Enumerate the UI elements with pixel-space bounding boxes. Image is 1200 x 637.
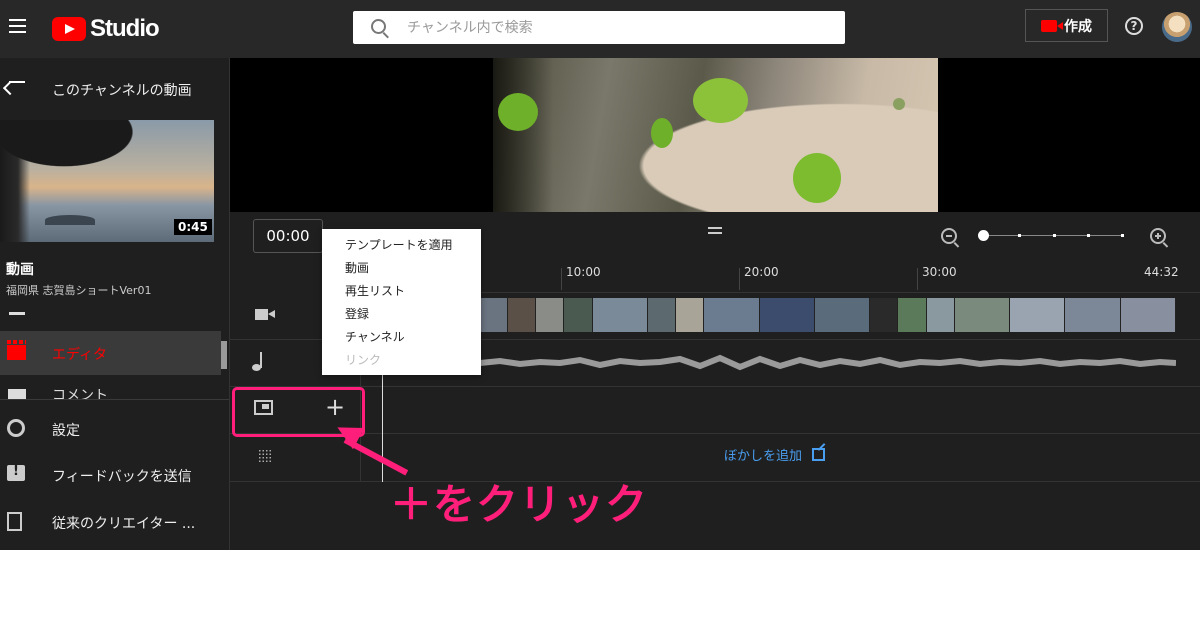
end-screen-track[interactable]: +	[230, 386, 1200, 434]
video-preview[interactable]	[230, 58, 1200, 212]
video-thumbnail[interactable]: 0:45	[0, 120, 214, 242]
sidebar-item-label: コメント	[52, 388, 108, 399]
back-to-videos[interactable]: このチャンネルの動画	[0, 74, 229, 104]
zoom-out-icon[interactable]	[941, 228, 957, 244]
divider	[0, 399, 229, 400]
studio-app: Studio 作成 ? このチャンネルの動画 0:45 動画 福岡県 志賀島ショ…	[0, 0, 1200, 550]
ruler-tick: 10:00	[566, 265, 601, 279]
timeline-ruler[interactable]: 10:00 20:00 30:00 44:32	[360, 262, 1200, 293]
sidebar-item-label: フィードバックを送信	[52, 469, 192, 485]
menu-item-video[interactable]: 動画	[345, 259, 369, 276]
menu-item-apply-template[interactable]: テンプレートを適用	[345, 236, 453, 253]
youtube-play-icon	[52, 17, 86, 41]
comment-icon	[8, 389, 26, 399]
avatar[interactable]	[1162, 12, 1192, 42]
zoom-in-icon[interactable]	[1150, 228, 1166, 244]
current-time-field[interactable]: 00:00	[253, 219, 323, 253]
sidebar-item-label: 設定	[52, 423, 80, 439]
add-blur-link[interactable]: ぼかしを追加	[724, 445, 826, 464]
help-icon[interactable]: ?	[1125, 17, 1143, 35]
sidebar-item-comments[interactable]: コメント	[0, 383, 221, 399]
feedback-icon	[7, 464, 25, 481]
sidebar-scrollbar[interactable]	[221, 341, 227, 369]
menu-item-link: リンク	[345, 353, 382, 367]
search-bar	[353, 11, 845, 44]
search-icon[interactable]	[371, 19, 386, 34]
audio-waveform	[480, 354, 1176, 371]
sidebar-item-label: 従来のクリエイター ...	[52, 516, 196, 532]
video-filmstrip[interactable]	[480, 298, 1176, 332]
menu-item-playlist[interactable]: 再生リスト	[345, 282, 405, 299]
clapperboard-icon	[7, 340, 26, 360]
video-title: 動画	[6, 262, 34, 278]
preview-frame	[493, 58, 938, 212]
search-input[interactable]	[405, 17, 829, 39]
sidebar-item-settings[interactable]: 設定	[0, 409, 229, 449]
ruler-tick: 44:32	[1144, 265, 1179, 279]
annotation-callout: ＋をクリック	[390, 480, 649, 529]
sidebar-item-label: エディタ	[52, 347, 108, 363]
add-element-menu: テンプレートを適用 動画 再生リスト 登録 チャンネル リンク	[322, 229, 481, 375]
video-camera-icon	[1041, 19, 1063, 32]
arrow-left-icon	[9, 81, 25, 83]
classic-studio-icon	[7, 512, 22, 531]
logo-text: Studio	[90, 15, 160, 42]
ruler-tick: 20:00	[744, 265, 779, 279]
collapsed-item-icon[interactable]	[9, 312, 25, 315]
zoom-slider-knob[interactable]	[978, 230, 989, 241]
video-name: 福岡県 志賀島ショートVer01	[6, 284, 152, 297]
video-camera-icon	[255, 309, 275, 320]
create-label: 作成	[1064, 18, 1092, 35]
sidebar-item-classic-studio[interactable]: 従来のクリエイター ...	[0, 502, 229, 542]
sidebar-item-editor[interactable]: エディタ	[0, 331, 221, 375]
drag-handle-icon[interactable]	[708, 227, 722, 237]
sidebar: このチャンネルの動画 0:45 動画 福岡県 志賀島ショートVer01 エディタ…	[0, 58, 230, 550]
external-link-icon	[812, 448, 826, 461]
back-label: このチャンネルの動画	[52, 83, 192, 99]
add-blur-label: ぼかしを追加	[724, 449, 803, 464]
top-header: Studio 作成 ?	[0, 0, 1200, 58]
create-button[interactable]: 作成	[1025, 9, 1108, 42]
menu-icon[interactable]	[9, 19, 26, 33]
gear-icon	[7, 419, 25, 437]
duration-badge: 0:45	[174, 219, 212, 235]
sidebar-item-feedback[interactable]: フィードバックを送信	[0, 455, 229, 495]
ruler-tick: 30:00	[922, 265, 957, 279]
menu-item-subscribe[interactable]: 登録	[345, 305, 369, 322]
studio-logo[interactable]: Studio	[52, 15, 160, 43]
blur-icon	[258, 449, 272, 463]
music-note-icon	[252, 352, 262, 371]
menu-item-channel[interactable]: チャンネル	[345, 328, 405, 345]
